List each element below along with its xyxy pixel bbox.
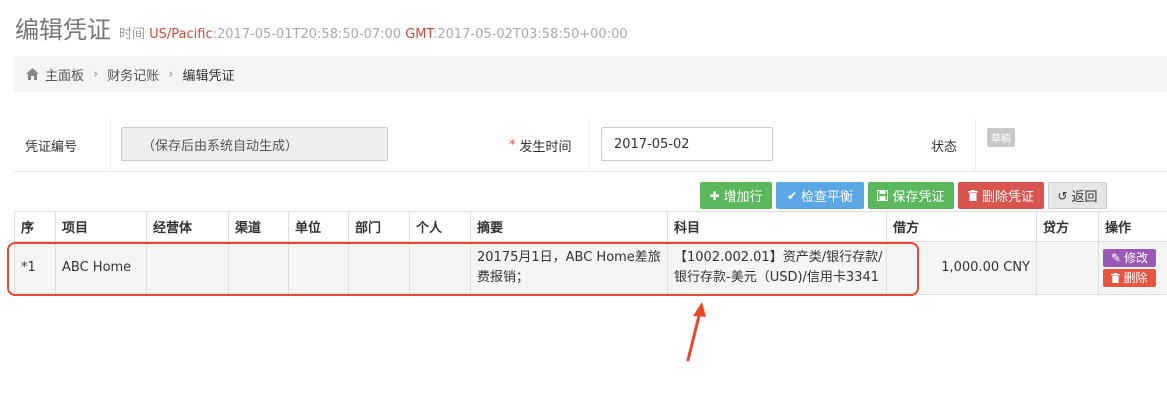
- status-badge: 草稿: [987, 128, 1015, 147]
- date-label: * 发生时间: [509, 137, 572, 155]
- date-input[interactable]: [601, 127, 773, 161]
- check-icon: ✔: [786, 188, 798, 203]
- col-header-channel: 渠道: [228, 211, 289, 242]
- trash-icon: [967, 190, 978, 201]
- page-title: 编辑凭证: [15, 16, 111, 44]
- breadcrumb-home-label: 主面板: [45, 68, 85, 84]
- table-row: *1 ABC Home 20175月1日，ABC Home差旅费报销； 【100…: [14, 241, 1167, 295]
- col-header-actions: 操作: [1098, 211, 1167, 242]
- back-button[interactable]: ↺ 返回: [1048, 182, 1107, 209]
- cell-credit: [1036, 241, 1099, 295]
- voucher-form-row: 凭证编号 （保存后由系统自动生成） * 发生时间 状态 草稿: [14, 118, 1167, 172]
- col-header-project: 项目: [55, 211, 147, 242]
- home-icon: [26, 68, 39, 80]
- tz-gmt: GMT: [405, 27, 433, 42]
- breadcrumb-home[interactable]: 主面板: [26, 65, 84, 84]
- page-timestamp: 时间 US/Pacific:2017-05-01T20:58:50-07:00 …: [119, 23, 628, 42]
- col-header-person: 个人: [409, 211, 471, 242]
- time-local: :2017-05-01T20:58:50-07:00: [212, 27, 402, 42]
- col-header-dept: 部门: [348, 211, 410, 242]
- check-balance-button[interactable]: ✔ 检查平衡: [776, 182, 864, 209]
- save-voucher-button[interactable]: 保存凭证: [868, 182, 954, 209]
- table-header-row: 序 项目 经营体 渠道 单位 部门 个人 摘要 科目 借方 贷方 操作: [14, 211, 1167, 242]
- cell-channel: [228, 241, 289, 295]
- row-delete-button[interactable]: 删除: [1103, 268, 1156, 287]
- chevron-right-icon: ›: [168, 66, 174, 82]
- cell-debit: 1,000.00 CNY: [886, 241, 1037, 295]
- save-icon: [877, 190, 889, 201]
- cell-dept: [348, 241, 410, 295]
- plus-icon: ✚: [709, 188, 720, 203]
- status-label: 状态: [931, 139, 958, 155]
- voucher-no-field: （保存后由系统自动生成）: [121, 127, 388, 161]
- col-header-summary: 摘要: [470, 211, 668, 242]
- required-mark: *: [509, 137, 516, 153]
- cell-summary: 20175月1日，ABC Home差旅费报销；: [470, 241, 668, 295]
- chevron-right-icon: ›: [93, 66, 99, 82]
- cell-business: [146, 241, 229, 295]
- edit-icon: ✎: [1110, 250, 1122, 265]
- cell-actions: ✎ 修改 删除: [1098, 241, 1167, 295]
- trash-icon: [1111, 272, 1121, 283]
- row-edit-button[interactable]: ✎ 修改: [1103, 248, 1156, 267]
- time-label: 时间: [119, 27, 146, 42]
- cell-person: [409, 241, 471, 295]
- cell-account: 【1002.002.01】资产类/银行存款/银行存款-美元（USD)/信用卡33…: [667, 241, 887, 295]
- col-header-unit: 单位: [288, 211, 349, 242]
- col-header-account: 科目: [667, 211, 887, 242]
- tz-local: US/Pacific: [149, 27, 213, 42]
- page-header: 编辑凭证 时间 US/Pacific:2017-05-01T20:58:50-0…: [15, 10, 628, 46]
- add-row-button[interactable]: ✚ 增加行: [700, 182, 772, 209]
- undo-icon: ↺: [1057, 188, 1068, 203]
- cell-unit: [288, 241, 349, 295]
- col-header-debit: 借方: [886, 211, 1037, 242]
- voucher-entries-table: 序 项目 经营体 渠道 单位 部门 个人 摘要 科目 借方 贷方 操作 *1 A…: [14, 211, 1167, 295]
- breadcrumb-finance[interactable]: 财务记账: [107, 65, 159, 84]
- col-header-credit: 贷方: [1036, 211, 1099, 242]
- col-header-business: 经营体: [146, 211, 229, 242]
- cell-seq: *1: [14, 241, 56, 295]
- arrow-annotation: [686, 302, 706, 362]
- breadcrumb-current: 编辑凭证: [182, 68, 235, 84]
- col-header-seq: 序: [14, 211, 56, 242]
- voucher-no-label: 凭证编号: [25, 139, 78, 155]
- delete-voucher-button[interactable]: 删除凭证: [958, 182, 1044, 209]
- cell-project: ABC Home: [55, 241, 147, 295]
- breadcrumb: 主面板 › 财务记账 › 编辑凭证: [14, 56, 1167, 92]
- time-gmt: :2017-05-02T03:58:50+00:00: [433, 27, 628, 42]
